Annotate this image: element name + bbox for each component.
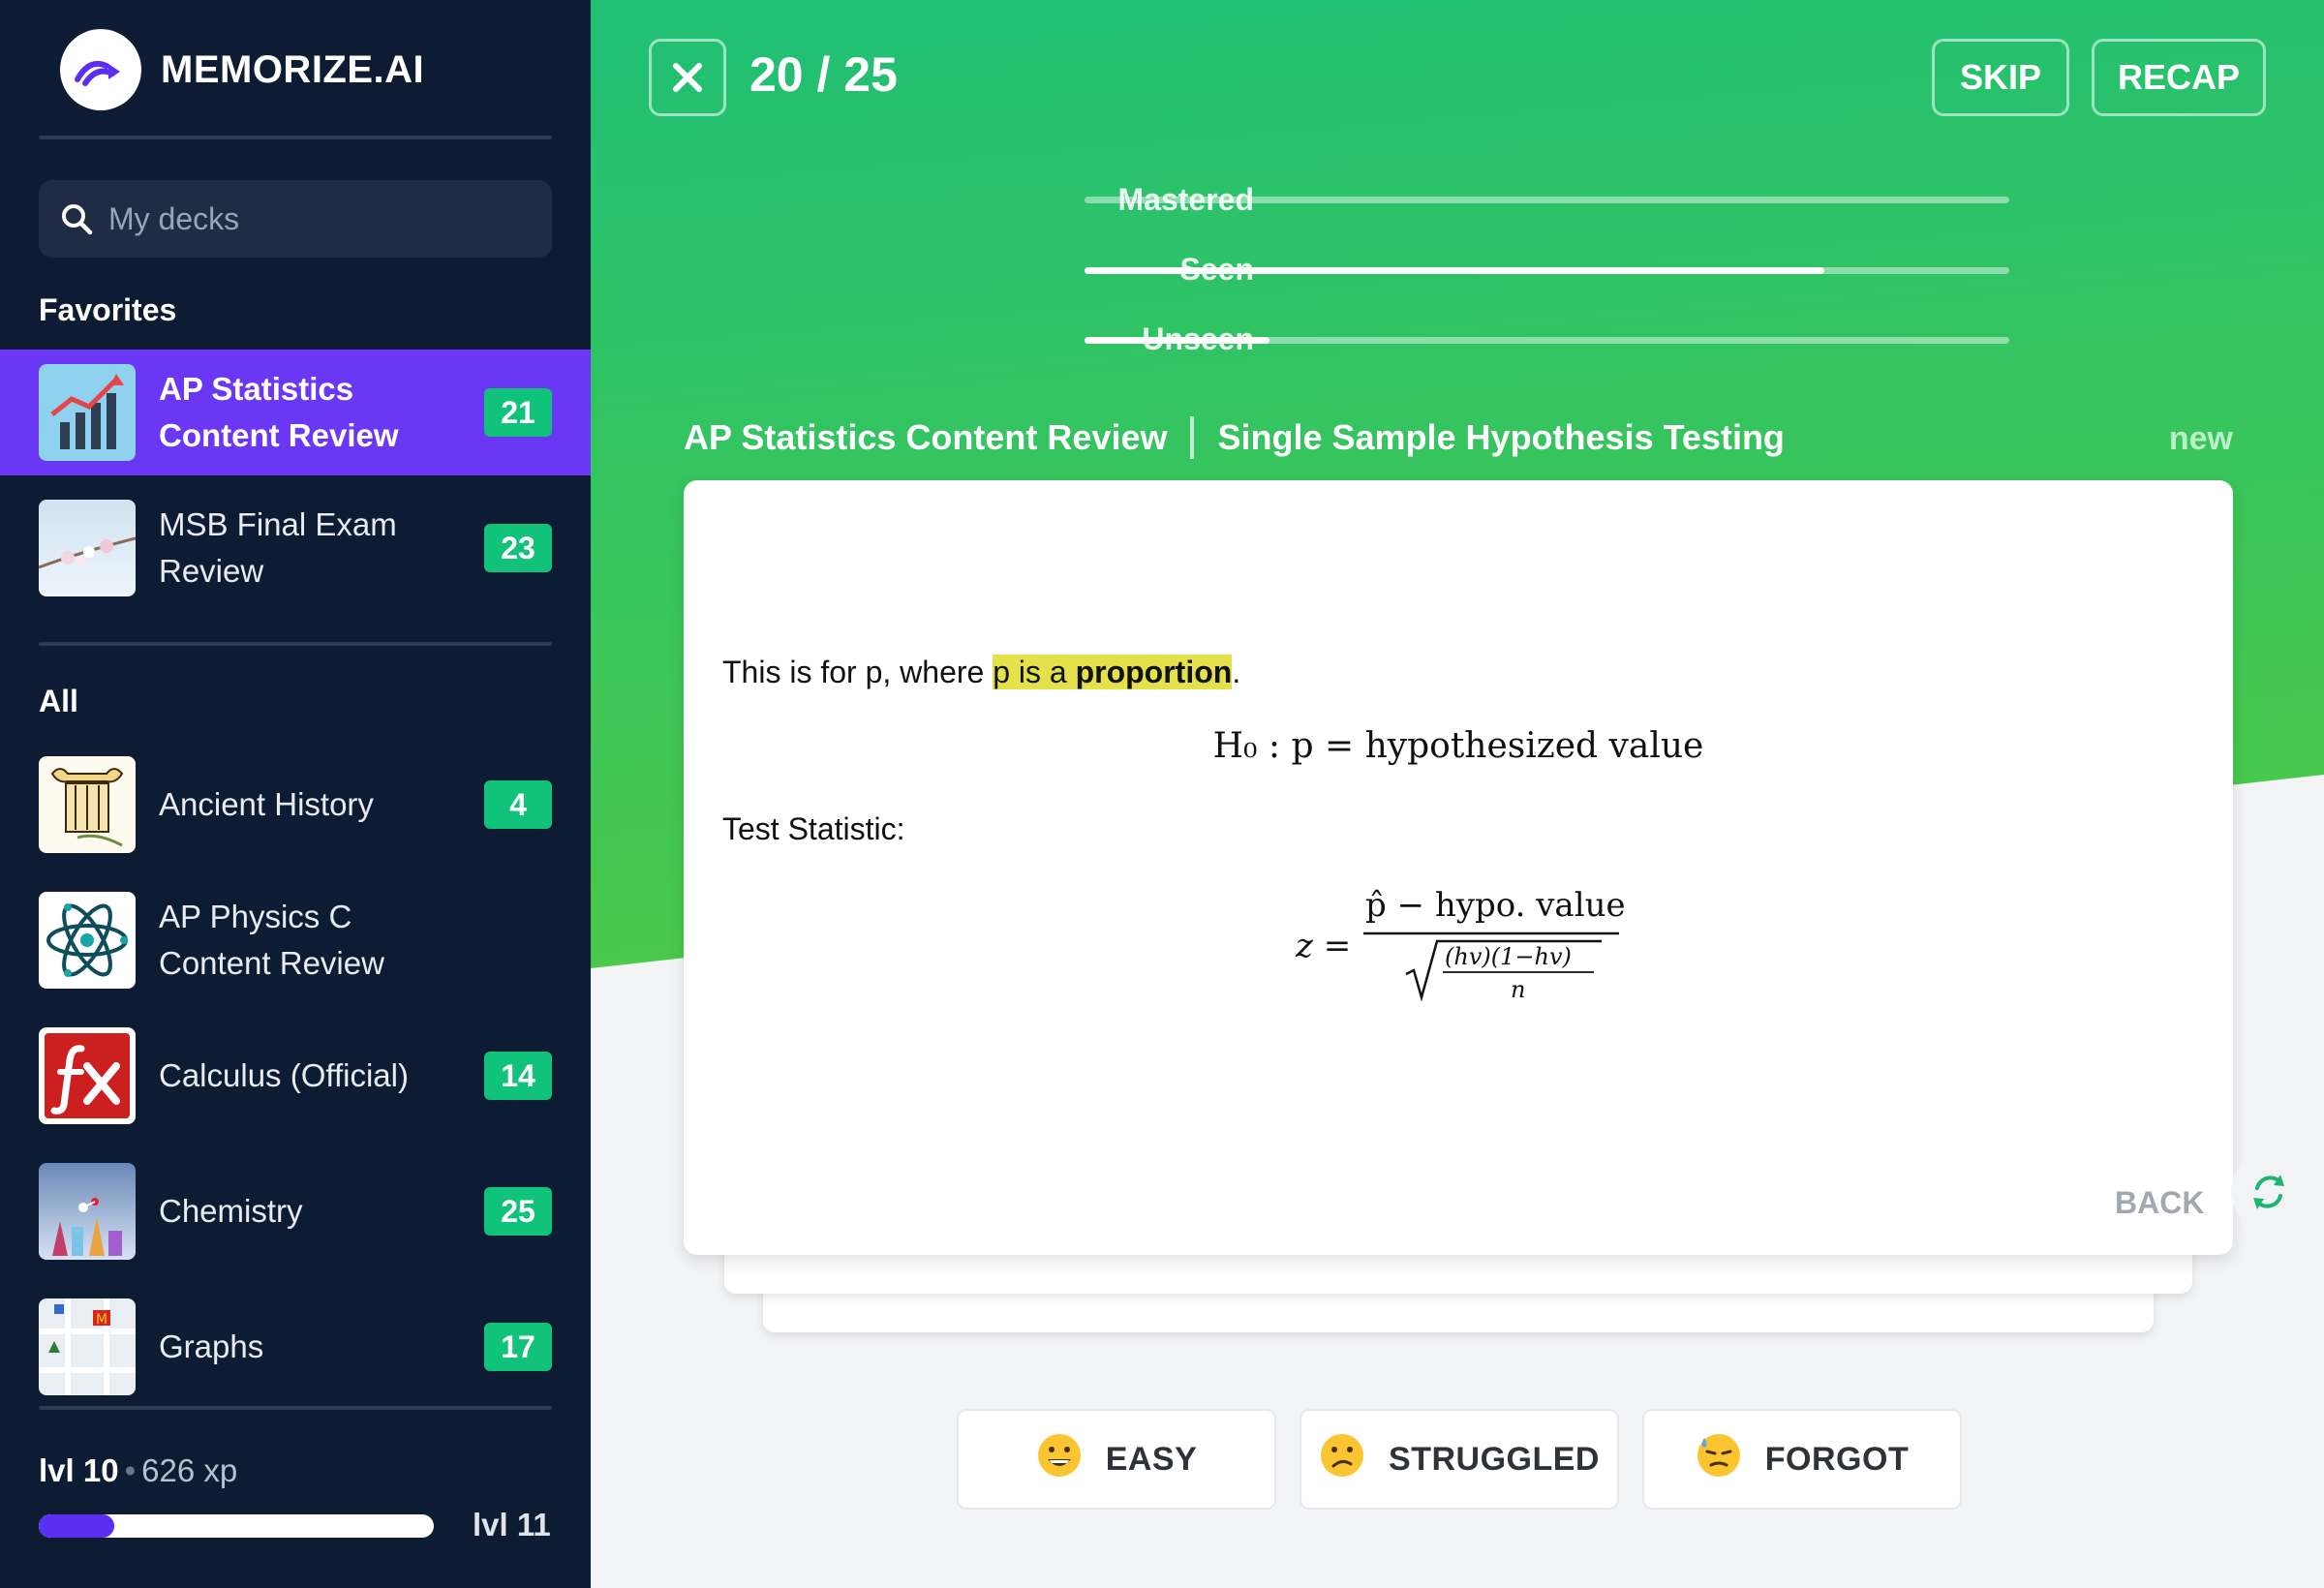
easy-button[interactable]: EASY [957,1409,1276,1510]
flash-fx-icon [39,1027,136,1124]
forgot-label: FORGOT [1764,1440,1910,1478]
card-counter: 20 / 25 [749,47,898,102]
deck-item-graphs[interactable]: M Graphs 17 [0,1284,591,1410]
card-breadcrumb: AP Statistics Content Review Single Samp… [684,416,1785,459]
xp-progress-fill [39,1514,114,1538]
due-count-badge: 25 [484,1187,552,1236]
formula-den-denominator: n [1511,976,1525,1003]
sidebar: MEMORIZE.AI My decks Favorites AP Statis… [0,0,591,1588]
column-capital-icon [39,756,136,853]
favorites-heading: Favorites [39,292,177,327]
deck-item-ap-physics[interactable]: AP Physics C Content Review [0,877,591,1003]
search-input[interactable]: My decks [39,180,552,258]
deck-name: Graphs [159,1328,264,1364]
deck-item-ap-statistics[interactable]: AP Statistics Content Review 21 [0,350,591,475]
xp-count: 626 xp [141,1452,238,1488]
formula-numerator: p̂ − hypo. value [1365,886,1626,925]
title-separator [1190,416,1195,459]
flip-card-button[interactable] [2231,1154,2307,1230]
divider [39,642,552,646]
highlighted-text: p is a proportion [993,655,1233,689]
deck-item-ancient-history[interactable]: Ancient History 4 [0,742,591,868]
skip-button[interactable]: SKIP [1932,39,2069,116]
due-count-badge: 17 [484,1323,552,1371]
brand-name: MEMORIZE.AI [161,47,425,91]
struggled-label: STRUGGLED [1389,1440,1600,1478]
deck-name: Calculus (Official) [159,1057,409,1093]
flashcard[interactable]: This is for p, where p is a proportion. … [684,480,2307,1255]
map-graph-image: M [39,1298,136,1395]
atom-icon [39,892,136,989]
divider [39,136,552,139]
next-level: lvl 11 [473,1507,551,1542]
due-count-badge: 23 [484,524,552,572]
close-button[interactable] [649,39,726,116]
study-session: 20 / 25 SKIP RECAP Mastered Seen Unseen … [591,0,2324,1588]
struggled-button[interactable]: STRUGGLED [1300,1409,1619,1510]
deck-name: AP Physics C Content Review [159,899,384,981]
deck-item-chemistry[interactable]: Chemistry 25 [0,1148,591,1274]
svg-text:M: M [96,1312,107,1328]
deck-name: AP Statistics Content Review [159,371,399,453]
due-count-badge: 14 [484,1052,552,1100]
deck-name: Chemistry [159,1193,303,1229]
divider [39,1406,552,1410]
deck-name: MSB Final Exam Review [159,506,397,589]
formula-lhs: z = [1295,927,1351,965]
seen-fill [1085,267,1824,274]
logo-icon [60,29,141,110]
back-label: BACK [2115,1185,2205,1220]
seen-bar [1085,267,2009,274]
brand[interactable]: MEMORIZE.AI [60,29,424,110]
unseen-fill [1085,337,1269,344]
confused-face-icon [1319,1432,1365,1487]
xp-progress-bar [39,1514,434,1538]
mastered-bar [1085,197,2009,203]
unseen-bar [1085,337,2009,344]
current-level: lvl 10 [39,1452,119,1488]
all-heading: All [39,684,78,718]
card-text: This is for p, where p is a proportion. [722,655,1241,689]
forgot-button[interactable]: FORGOT [1642,1409,1962,1510]
card-status-tag: new [2168,420,2233,457]
lab-glassware-image [39,1163,136,1260]
deck-item-msb-final[interactable]: MSB Final Exam Review 23 [0,485,591,611]
sweat-face-icon [1696,1432,1742,1487]
null-hypothesis-equation: H₀ : p = hypothesized value [1212,726,1704,766]
flip-icon [2253,1175,2284,1209]
deck-title: AP Statistics Content Review [684,417,1168,457]
test-statistic-label: Test Statistic: [722,811,905,846]
recap-button[interactable]: RECAP [2092,39,2266,116]
level-info: lvl 10 • 626 xp [39,1452,238,1488]
due-count-badge: 4 [484,780,552,829]
search-icon [62,204,93,235]
close-icon [673,63,702,92]
topic-title: Single Sample Hypothesis Testing [1217,417,1785,457]
due-count-badge: 21 [484,388,552,437]
deck-item-calculus[interactable]: Calculus (Official) 14 [0,1013,591,1139]
formula-den-numerator: (hv)(1−hv) [1445,943,1572,970]
deck-name: Ancient History [159,786,374,822]
z-score-formula: z = p̂ − hypo. value (hv)(1−hv) n [1295,886,1626,1003]
search-placeholder: My decks [108,200,240,236]
blossom-image [39,500,136,596]
grinning-face-icon [1036,1432,1083,1487]
statistics-chart-icon [39,364,136,461]
easy-label: EASY [1105,1440,1198,1478]
